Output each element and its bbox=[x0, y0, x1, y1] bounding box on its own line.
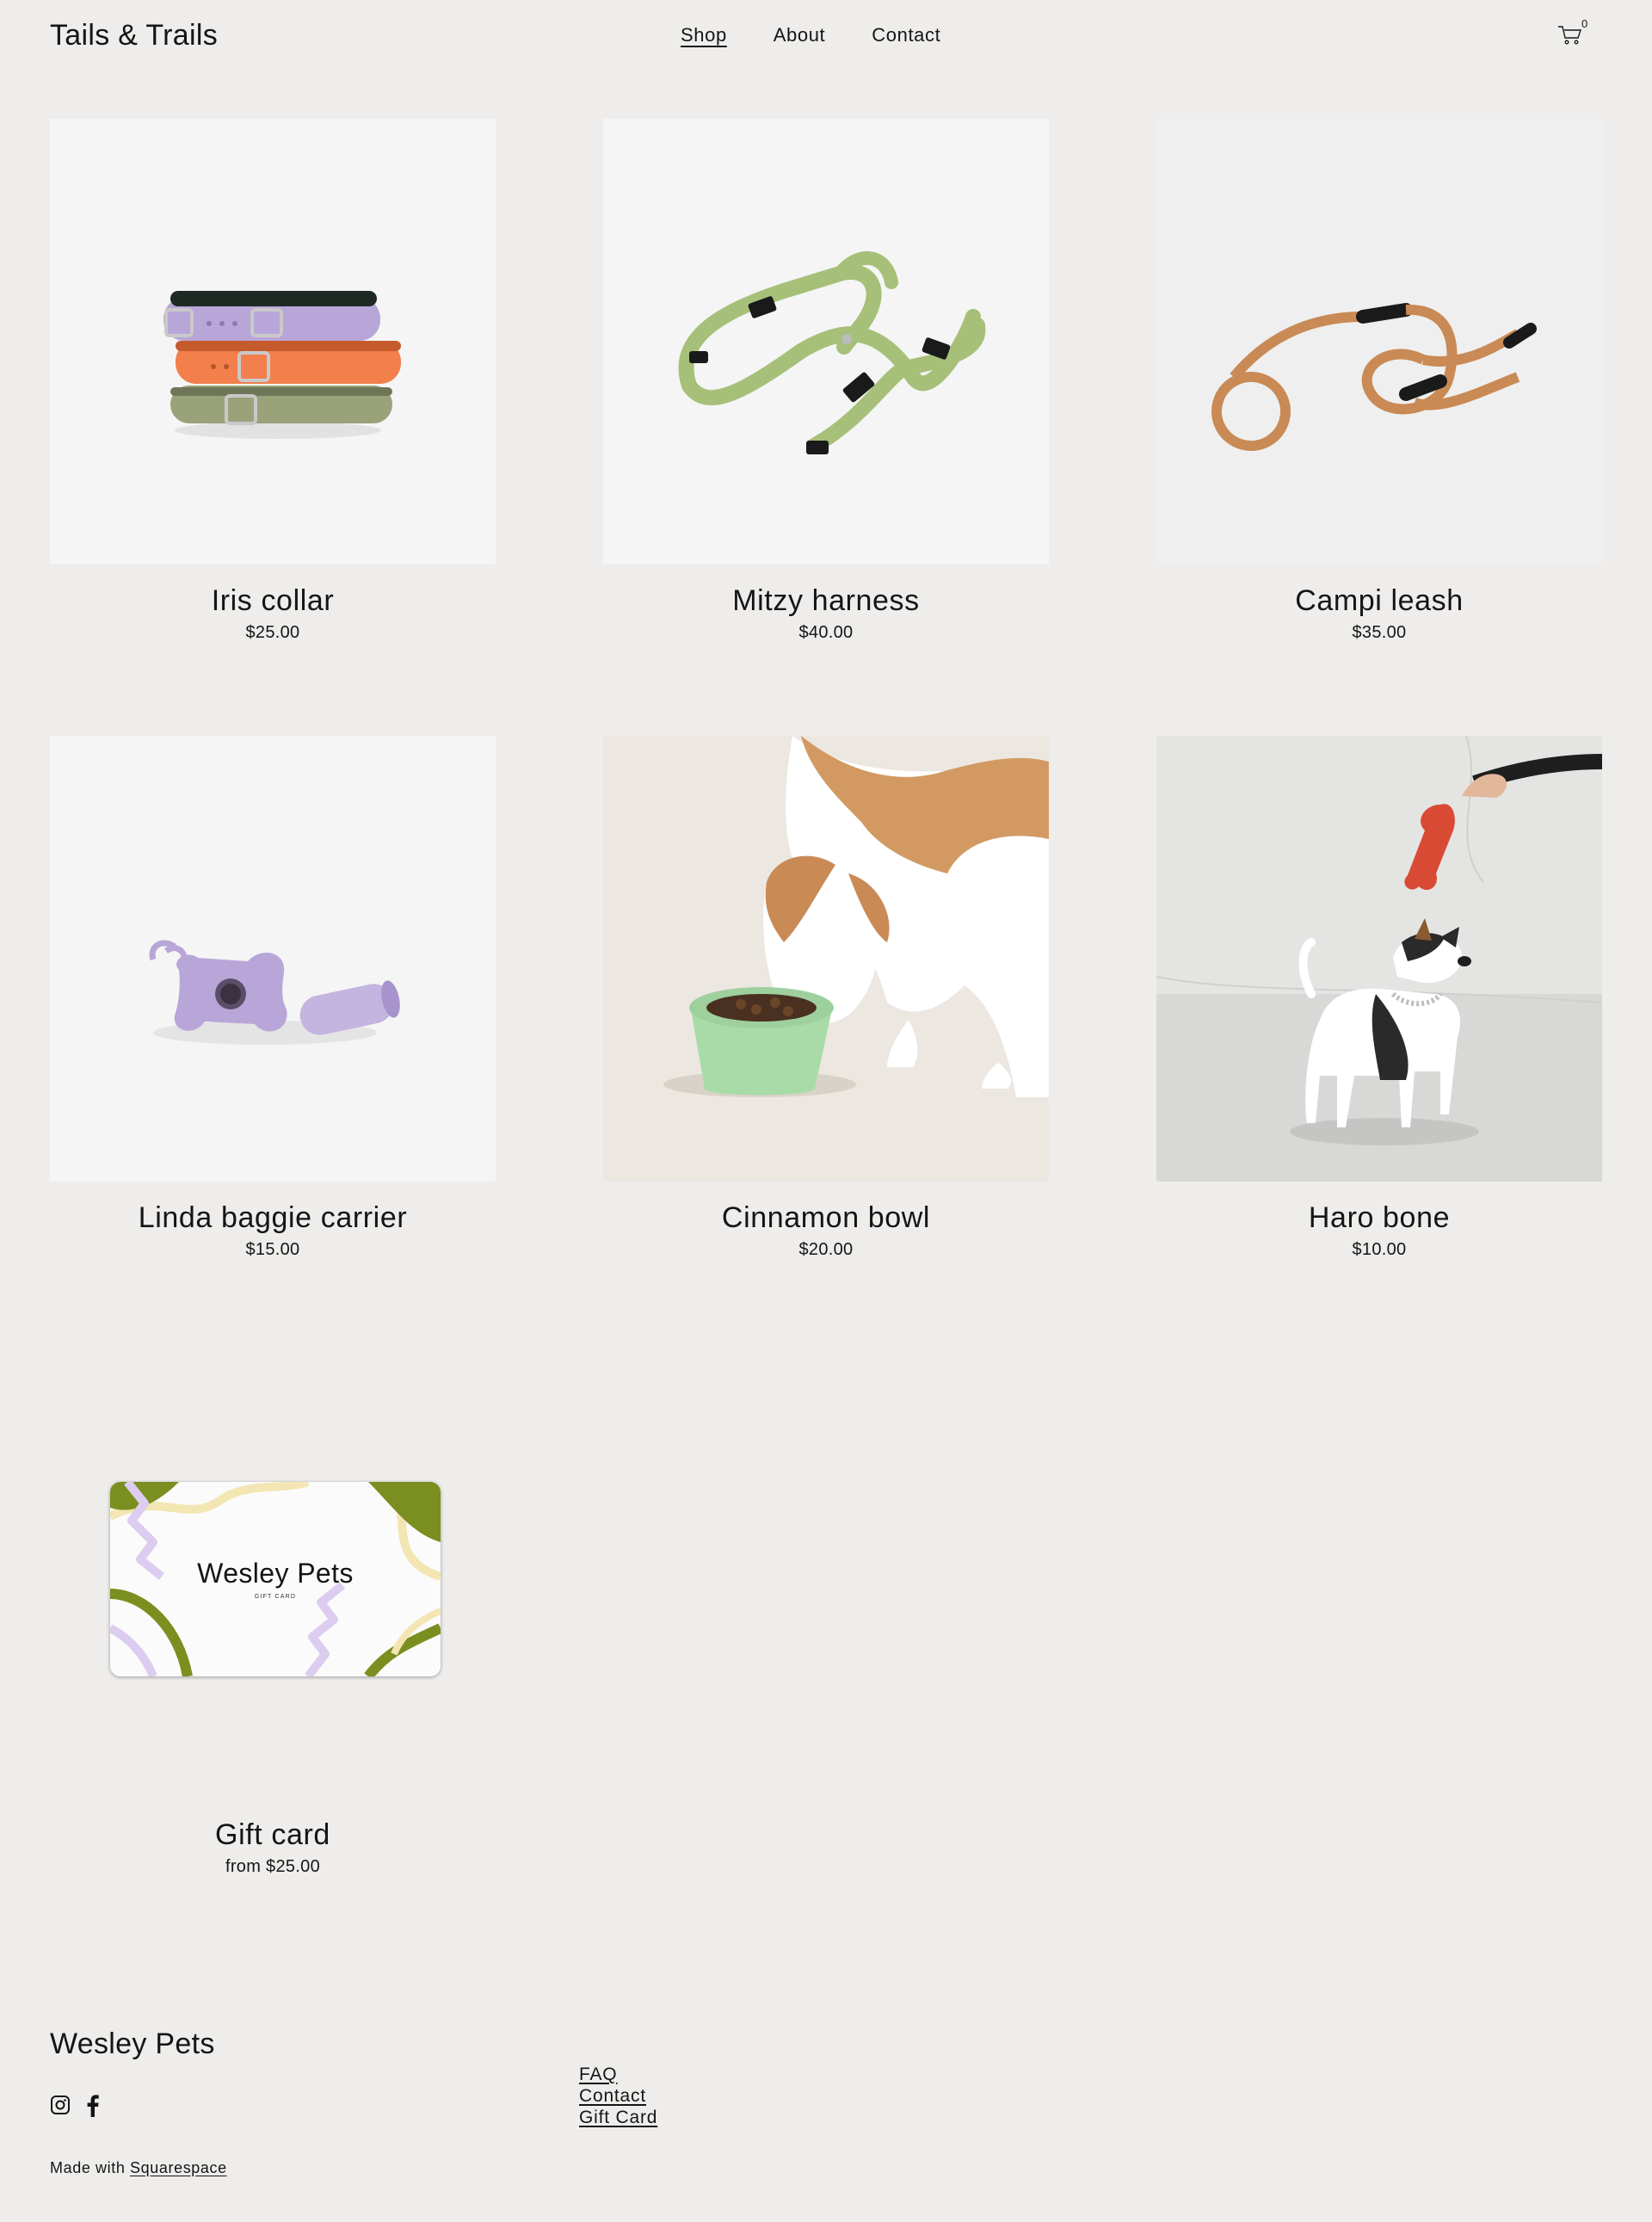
product-card[interactable]: Linda baggie carrier $15.00 bbox=[50, 736, 496, 1260]
product-name[interactable]: Haro bone bbox=[1156, 1200, 1602, 1235]
nav-shop[interactable]: Shop bbox=[681, 24, 727, 46]
product-image-harness[interactable] bbox=[603, 119, 1049, 565]
footer-link-contact[interactable]: Contact bbox=[579, 2085, 657, 2107]
product-card[interactable]: Wesley Pets GIFT CARD Gift card from $25… bbox=[50, 1353, 496, 1877]
product-name[interactable]: Iris collar bbox=[50, 583, 496, 618]
made-with-prefix: Made with bbox=[50, 2159, 126, 2176]
product-price: $25.00 bbox=[245, 623, 300, 642]
product-name[interactable]: Campi leash bbox=[1156, 583, 1602, 618]
product-name[interactable]: Cinnamon bowl bbox=[603, 1200, 1049, 1235]
product-price: $15.00 bbox=[245, 1240, 300, 1259]
product-price: $40.00 bbox=[798, 623, 854, 642]
facebook-icon[interactable] bbox=[86, 2095, 107, 2117]
product-name[interactable]: Gift card bbox=[50, 1818, 496, 1852]
product-image-gift-card[interactable]: Wesley Pets GIFT CARD bbox=[50, 1353, 496, 1799]
footer-links: FAQ Contact Gift Card bbox=[579, 2064, 657, 2128]
instagram-icon[interactable] bbox=[50, 2095, 71, 2117]
product-name[interactable]: Mitzy harness bbox=[603, 583, 1049, 618]
product-price: $20.00 bbox=[798, 1240, 854, 1259]
gift-card-brand: Wesley Pets bbox=[197, 1558, 354, 1589]
product-image-collar[interactable] bbox=[50, 119, 496, 565]
squarespace-link[interactable]: Squarespace bbox=[130, 2159, 227, 2176]
product-card[interactable]: Mitzy harness $40.00 bbox=[603, 119, 1049, 643]
cart-icon bbox=[1558, 26, 1581, 45]
product-image-bone[interactable] bbox=[1156, 736, 1602, 1182]
product-image-baggie-carrier[interactable] bbox=[50, 736, 496, 1182]
social-links bbox=[50, 2095, 107, 2117]
made-with: Made with Squarespace bbox=[50, 2159, 227, 2177]
product-card[interactable]: Iris collar $25.00 bbox=[50, 119, 496, 643]
nav-about[interactable]: About bbox=[774, 24, 826, 46]
product-name[interactable]: Linda baggie carrier bbox=[50, 1200, 496, 1235]
product-image-leash[interactable] bbox=[1156, 119, 1602, 565]
product-card[interactable]: Cinnamon bowl $20.00 bbox=[603, 736, 1049, 1260]
main-nav: Shop About Contact bbox=[681, 24, 940, 46]
product-card[interactable]: Campi leash $35.00 bbox=[1156, 119, 1602, 643]
product-price: $10.00 bbox=[1352, 1240, 1407, 1259]
site-header: Tails & Trails Shop About Contact 0 bbox=[0, 0, 1652, 72]
product-price: from $25.00 bbox=[225, 1857, 321, 1876]
gift-card-subtitle: GIFT CARD bbox=[254, 1594, 297, 1600]
footer-link-faq[interactable]: FAQ bbox=[579, 2064, 657, 2085]
cart-button[interactable]: 0 bbox=[1557, 17, 1592, 52]
footer-brand: Wesley Pets bbox=[50, 2028, 215, 2060]
nav-contact[interactable]: Contact bbox=[872, 24, 940, 46]
product-price: $35.00 bbox=[1352, 623, 1407, 642]
gift-card-graphic: Wesley Pets GIFT CARD bbox=[110, 1482, 441, 1676]
site-brand[interactable]: Tails & Trails bbox=[50, 19, 218, 52]
product-image-bowl[interactable] bbox=[603, 736, 1049, 1182]
product-card[interactable]: Haro bone $10.00 bbox=[1156, 736, 1602, 1260]
footer-link-gift-card[interactable]: Gift Card bbox=[579, 2107, 657, 2128]
cart-count: 0 bbox=[1581, 17, 1588, 30]
